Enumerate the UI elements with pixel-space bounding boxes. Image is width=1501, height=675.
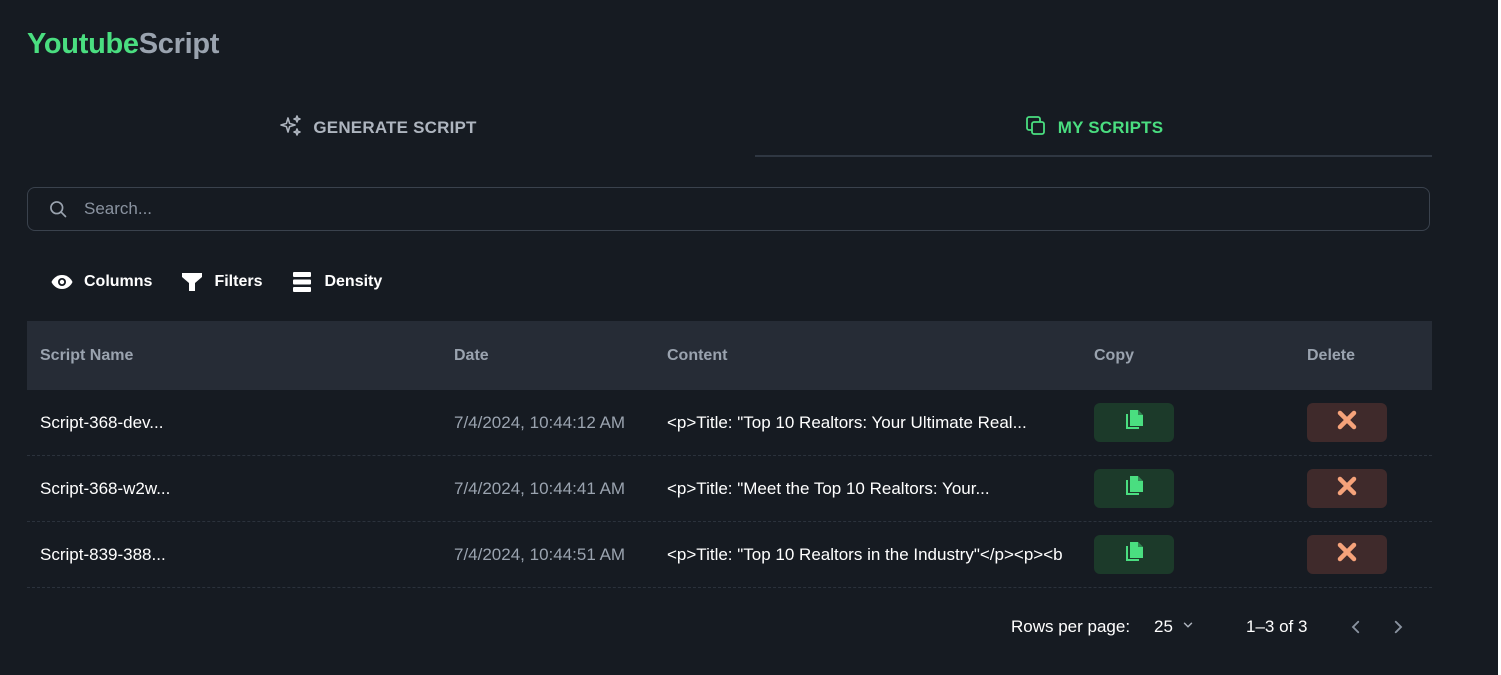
- copy-button[interactable]: [1094, 403, 1174, 442]
- table-row[interactable]: Script-368-w2w... 7/4/2024, 10:44:41 AM …: [27, 456, 1432, 522]
- previous-page-button[interactable]: [1347, 617, 1365, 642]
- rows-per-page-select[interactable]: 25: [1154, 617, 1195, 637]
- cell-content: <p>Title: "Top 10 Realtors in the Indust…: [667, 544, 1063, 564]
- next-page-button[interactable]: [1389, 617, 1407, 642]
- table-row[interactable]: Script-368-dev... 7/4/2024, 10:44:12 AM …: [27, 390, 1432, 456]
- cell-script-name: Script-368-dev...: [40, 412, 164, 432]
- tab-generate-script[interactable]: GENERATE SCRIPT: [27, 100, 729, 156]
- cell-delete: [1307, 469, 1432, 508]
- cell-script-name: Script-368-w2w...: [40, 478, 171, 498]
- brand-part-1: Youtube: [27, 28, 139, 60]
- tab-generate-label: GENERATE SCRIPT: [313, 118, 477, 137]
- filters-button[interactable]: Filters: [180, 270, 262, 294]
- header-date[interactable]: Date: [454, 347, 667, 365]
- cell-content: <p>Title: "Top 10 Realtors: Your Ultimat…: [667, 412, 1027, 432]
- filters-label: Filters: [214, 273, 263, 290]
- rows-per-page-label: Rows per page:: [1011, 617, 1131, 636]
- cell-delete: [1307, 535, 1432, 574]
- columns-label: Columns: [84, 273, 153, 290]
- header-copy[interactable]: Copy: [1094, 347, 1307, 365]
- delete-button[interactable]: [1307, 535, 1387, 574]
- copy-icon: [1122, 408, 1146, 437]
- table-header: Script Name Date Content Copy Delete: [27, 321, 1432, 390]
- delete-button[interactable]: [1307, 469, 1387, 508]
- delete-button[interactable]: [1307, 403, 1387, 442]
- search-box: [27, 187, 1430, 231]
- cell-date: 7/4/2024, 10:44:41 AM: [454, 478, 626, 498]
- filter-icon: [180, 270, 204, 294]
- copy-button[interactable]: [1094, 535, 1174, 574]
- close-icon: [1335, 408, 1359, 437]
- close-icon: [1335, 474, 1359, 503]
- rows-per-page-value: 25: [1154, 617, 1173, 636]
- cell-delete: [1307, 403, 1432, 442]
- cell-copy: [1094, 535, 1307, 574]
- table-row[interactable]: Script-839-388... 7/4/2024, 10:44:51 AM …: [27, 522, 1432, 588]
- tab-my-scripts-label: MY SCRIPTS: [1057, 118, 1164, 137]
- columns-button[interactable]: Columns: [50, 270, 152, 294]
- cell-date: 7/4/2024, 10:44:12 AM: [454, 412, 626, 432]
- page-range: 1–3 of 3: [1246, 617, 1308, 636]
- search-input[interactable]: [82, 198, 1386, 220]
- search-icon: [48, 198, 70, 220]
- cell-script-name: Script-839-388...: [40, 544, 166, 564]
- cell-copy: [1094, 469, 1307, 508]
- sparkles-icon: [279, 114, 303, 143]
- tab-my-scripts[interactable]: MY SCRIPTS: [755, 100, 1432, 156]
- pagination: Rows per page: 25 1–3 of 3: [0, 615, 1501, 639]
- chevron-down-icon: [1181, 617, 1195, 637]
- copy-button[interactable]: [1094, 469, 1174, 508]
- header-script-name[interactable]: Script Name: [27, 347, 454, 365]
- scripts-table: Script Name Date Content Copy Delete Scr…: [27, 321, 1432, 588]
- brand-part-2: Script: [138, 28, 220, 60]
- close-icon: [1335, 540, 1359, 569]
- header-content[interactable]: Content: [667, 347, 1094, 365]
- app-logo: YoutubeScript: [27, 28, 219, 61]
- density-button[interactable]: Density: [290, 270, 382, 294]
- header-delete[interactable]: Delete: [1307, 347, 1432, 365]
- cell-date: 7/4/2024, 10:44:51 AM: [454, 544, 626, 564]
- density-icon: [290, 270, 314, 294]
- density-label: Density: [324, 273, 383, 290]
- chevron-left-icon: [1347, 620, 1365, 641]
- copy-icon: [1122, 474, 1146, 503]
- copy-stack-icon: [1024, 114, 1048, 143]
- tab-bar: GENERATE SCRIPT MY SCRIPTS: [27, 100, 1432, 157]
- tab-divider: [755, 155, 1432, 157]
- chevron-right-icon: [1389, 620, 1407, 641]
- grid-toolbar: Columns Filters Density: [50, 270, 382, 294]
- cell-copy: [1094, 403, 1307, 442]
- copy-icon: [1122, 540, 1146, 569]
- eye-icon: [50, 270, 74, 294]
- cell-content: <p>Title: "Meet the Top 10 Realtors: You…: [667, 478, 990, 498]
